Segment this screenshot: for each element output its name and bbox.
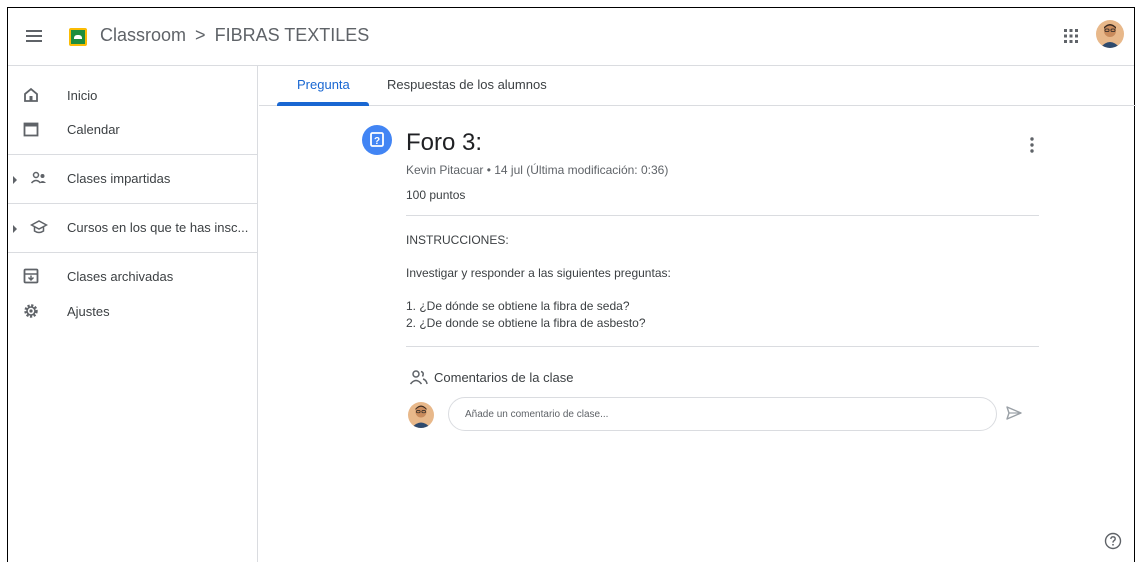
active-tab-indicator [277,102,369,106]
post-title: Foro 3: [406,129,483,156]
svg-text:?: ? [374,136,380,147]
app-window: Classroom > FIBRAS TEXTILES Inicio Calen… [7,7,1136,562]
sidebar-item-label: Ajustes [67,303,110,319]
class-comment-input[interactable] [448,397,997,431]
send-icon[interactable] [1005,404,1023,422]
breadcrumb-app-name[interactable]: Classroom [100,25,186,45]
tab-bar: Pregunta Respuestas de los alumnos [259,66,1136,106]
sidebar-divider [8,203,258,204]
class-comments-label: Comentarios de la clase [434,370,574,385]
hamburger-menu-icon[interactable] [23,25,45,47]
more-options-icon[interactable] [1022,135,1042,155]
breadcrumb: Classroom > FIBRAS TEXTILES [100,25,373,46]
question-icon: ? [362,125,392,155]
sidebar-item-cursos-inscritos[interactable]: Cursos en los que te has insc... [8,212,258,242]
breadcrumb-class-name[interactable]: FIBRAS TEXTILES [215,25,370,45]
sidebar-item-clases-archivadas[interactable]: Clases archivadas [8,261,258,291]
archive-icon [22,267,40,285]
tab-pregunta[interactable]: Pregunta [297,77,350,92]
graduation-cap-icon [29,218,49,236]
question-item: 1. ¿De dónde se obtiene la fibra de seda… [406,299,630,313]
user-avatar[interactable] [1096,20,1124,48]
sidebar-item-ajustes[interactable]: Ajustes [8,296,258,326]
sidebar-item-calendar[interactable]: Calendar [8,114,258,144]
expand-caret-icon[interactable] [11,173,19,184]
sidebar-divider [8,252,258,253]
post-meta: Kevin Pitacuar • 14 jul (Última modifica… [406,163,669,177]
sidebar-item-label: Inicio [67,87,98,103]
instructions-heading: INSTRUCCIONES: [406,233,509,247]
sidebar-item-label: Clases archivadas [67,268,174,284]
gear-icon [22,302,40,320]
google-apps-grid-icon[interactable] [1063,28,1079,44]
navigation-drawer: Inicio Calendar Clases impartidas Cursos… [8,66,258,562]
help-icon[interactable] [1104,532,1122,550]
sidebar-item-clases-impartidas[interactable]: Clases impartidas [8,163,258,193]
expand-caret-icon[interactable] [11,222,19,233]
sidebar-item-inicio[interactable]: Inicio [8,80,258,110]
top-app-bar: Classroom > FIBRAS TEXTILES [8,8,1134,66]
teacher-people-icon [30,169,48,187]
calendar-icon [22,120,40,138]
post-points: 100 puntos [406,188,466,202]
people-icon [409,369,429,387]
home-icon [22,86,40,104]
comments-divider [406,346,1039,347]
sidebar-item-label: Calendar [67,121,120,137]
sidebar-item-label: Cursos en los que te has insc... [67,219,249,235]
user-avatar [408,402,434,428]
post-divider [406,215,1039,216]
question-item: 2. ¿De donde se obtiene la fibra de asbe… [406,316,646,330]
classroom-logo-icon[interactable] [69,28,87,46]
tab-respuestas-alumnos[interactable]: Respuestas de los alumnos [387,77,547,92]
breadcrumb-separator: > [195,25,206,45]
instructions-text: Investigar y responder a las siguientes … [406,266,671,280]
sidebar-divider [8,154,258,155]
sidebar-item-label: Clases impartidas [67,170,171,186]
